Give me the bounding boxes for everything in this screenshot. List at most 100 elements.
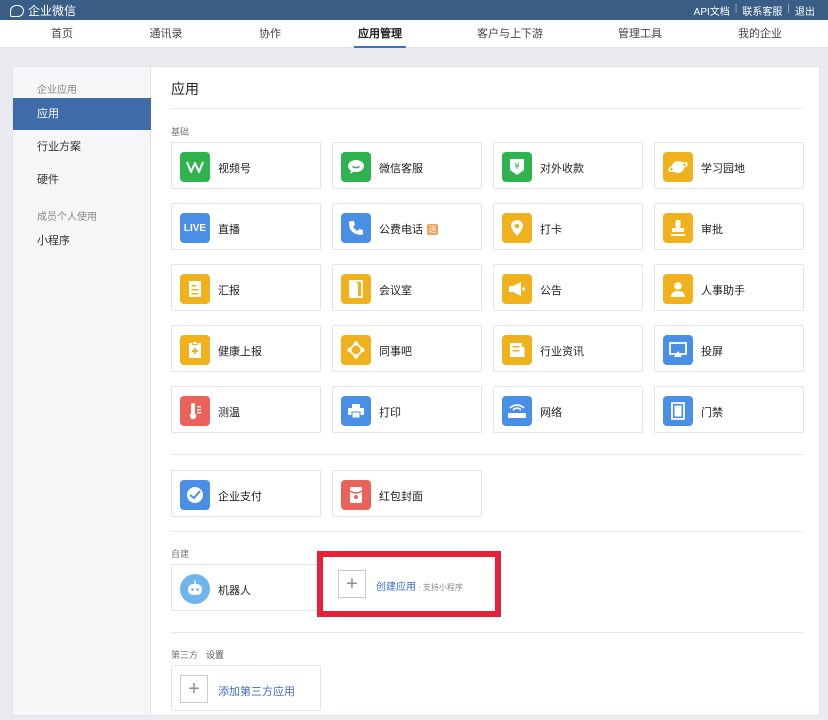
app-label: 对外收款 [540,163,584,175]
app-label: 红包封面 [379,491,423,503]
section-custom-label: 自建 [171,549,190,559]
plus-icon: + [338,570,366,598]
location-pin-icon [502,213,532,243]
plus-icon: + [180,675,208,703]
sidebar-item-industry-solutions[interactable]: 行业方案 [13,131,151,163]
create-app-subtext: · 支持小程序 [418,583,463,592]
network-icon [341,335,371,365]
app-card-health-report[interactable]: 健康上报 [171,325,321,372]
app-label: 企业支付 [218,491,262,503]
robot-icon [180,574,210,604]
door-icon [341,274,371,304]
thermometer-icon [180,396,210,426]
third-party-label: 第三方 [171,650,199,660]
app-card-colleague-forum[interactable]: 同事吧 [332,325,482,372]
app-label: 汇报 [218,285,240,297]
app-card-temperature[interactable]: 测温 [171,386,321,433]
planet-icon [663,152,693,182]
health-clipboard-icon [180,335,210,365]
app-label: 打印 [379,407,401,419]
contact-support-link[interactable]: 联系客服 [737,3,787,18]
tab-collaboration[interactable]: 协作 [259,20,281,48]
live-icon: LIVE [180,213,210,243]
tab-my-enterprise[interactable]: 我的企业 [738,20,782,48]
sidebar-group-enterprise-apps: 企业应用 [37,85,77,96]
top-bar: 企业微信 API文档 | 联系客服 | 退出 [0,0,828,20]
app-card-meeting-room[interactable]: 会议室 [332,264,482,311]
app-card-hr-assistant[interactable]: 人事助手 [654,264,804,311]
wecom-logo[interactable]: 企业微信 [10,2,76,19]
app-card-network[interactable]: 网络 [493,386,643,433]
app-card-red-packet-cover[interactable]: 红包封面 [332,470,482,517]
printer-icon [341,396,371,426]
third-party-settings-link[interactable]: 设置 [206,650,224,660]
app-card-check-in[interactable]: 打卡 [493,203,643,250]
app-card-industry-news[interactable]: 行业资讯 [493,325,643,372]
app-label: 门禁 [701,407,723,419]
add-third-party-app-button[interactable]: + 添加第三方应用 [171,665,321,711]
link-separator: | [734,3,738,14]
tab-app-management[interactable]: 应用管理 [354,20,406,48]
app-management-panel: 企业应用 应用 行业方案 硬件 成员个人使用 小程序 应用 基础 视频号 微信客… [12,66,820,716]
create-app-label: 创建应用 · 支持小程序 [376,578,463,593]
app-card-approval[interactable]: 审批 [654,203,804,250]
tab-contacts[interactable]: 通讯录 [150,20,183,48]
app-label: 网络 [540,407,562,419]
app-card-enterprise-pay[interactable]: 企业支付 [171,470,321,517]
svg-text:¥: ¥ [514,162,520,172]
access-door-icon [663,396,693,426]
app-label: 行业资讯 [540,346,584,358]
sidebar-item-apps[interactable]: 应用 [13,98,151,130]
app-label: 审批 [701,224,723,236]
tab-customers-partners[interactable]: 客户与上下游 [477,20,543,48]
logout-link[interactable]: 退出 [790,3,820,18]
app-card-screen-cast[interactable]: 投屏 [654,325,804,372]
tab-home[interactable]: 首页 [51,20,73,48]
red-packet-icon [341,480,371,510]
app-label: 机器人 [218,585,251,597]
logo-text: 企业微信 [28,4,77,18]
app-card-announcement[interactable]: 公告 [493,264,643,311]
app-card-public-phone[interactable]: 公费电话送 [332,203,482,250]
person-icon [663,274,693,304]
wechat-service-icon [341,152,371,182]
app-label: 会议室 [379,285,412,297]
megaphone-icon [502,274,532,304]
app-card-print[interactable]: 打印 [332,386,482,433]
wecom-logo-icon [10,4,24,17]
add-third-party-label: 添加第三方应用 [218,686,295,698]
app-label: 投屏 [701,346,723,358]
api-docs-link[interactable]: API文档 [689,3,735,18]
create-app-button[interactable]: + 创建应用 · 支持小程序 [330,564,488,604]
enterprise-pay-icon [180,480,210,510]
video-channel-icon [180,152,210,182]
gift-tag: 送 [427,224,438,235]
page-title: 应用 [171,81,199,97]
app-card-video-channel[interactable]: 视频号 [171,142,321,189]
main-content: 应用 基础 视频号 微信客服 ¥ 对外收款 学习园地 LIVE 直播 公费电话 … [151,67,819,715]
app-card-live[interactable]: LIVE 直播 [171,203,321,250]
app-card-access-control[interactable]: 门禁 [654,386,804,433]
link-separator: | [787,3,790,14]
app-label-text: 公费电话 [379,224,423,236]
sidebar-item-mini-programs[interactable]: 小程序 [13,225,151,257]
app-label: 同事吧 [379,346,412,358]
app-card-report[interactable]: 汇报 [171,264,321,311]
section-third-party-label: 第三方 设置 [171,648,224,661]
app-label: 学习园地 [701,163,745,175]
app-label: 微信客服 [379,163,423,175]
app-card-payment-collect[interactable]: ¥ 对外收款 [493,142,643,189]
news-icon [502,335,532,365]
main-nav: 首页 通讯录 协作 应用管理 客户与上下游 管理工具 我的企业 [0,20,828,48]
screen-cast-icon [663,335,693,365]
app-card-wechat-service[interactable]: 微信客服 [332,142,482,189]
app-label: 打卡 [540,224,562,236]
phone-icon [341,213,371,243]
sidebar-item-hardware[interactable]: 硬件 [13,164,151,196]
create-app-text: 创建应用 [376,582,416,593]
app-label: 直播 [218,224,240,236]
tab-management-tools[interactable]: 管理工具 [618,20,662,48]
app-card-learning-garden[interactable]: 学习园地 [654,142,804,189]
app-card-robot[interactable]: 机器人 [171,564,321,611]
divider [171,454,803,455]
